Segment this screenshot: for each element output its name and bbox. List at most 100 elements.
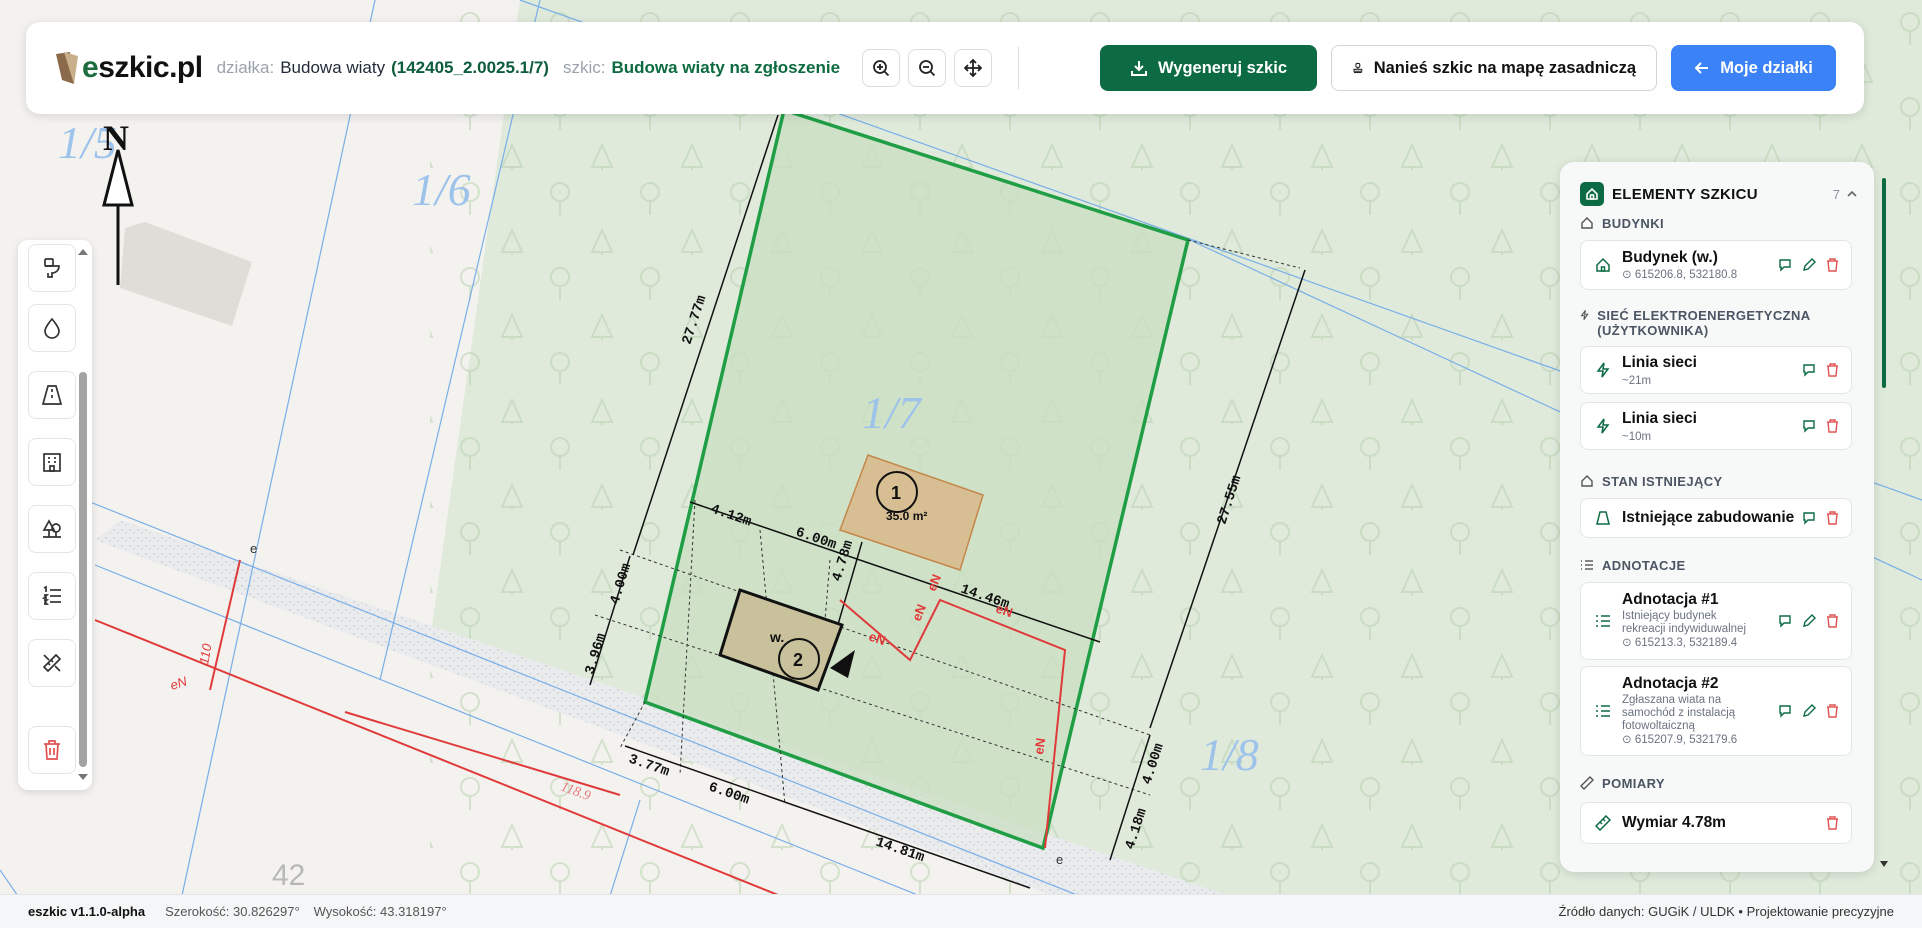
building-1-area: 35.0 m² [886,509,927,523]
panel-count: 7 [1832,186,1840,202]
elements-panel: ELEMENTY SZKICU 7 BUDYNKI Budynek (w.) ⊙… [1560,162,1874,872]
comment-icon[interactable] [1778,704,1792,718]
element-title: Adnotacja #1 [1622,591,1719,608]
trash-icon[interactable] [1826,511,1839,525]
my-plots-label: Moje działki [1720,58,1813,77]
chevron-up-icon[interactable] [1846,188,1858,200]
zoom-controls [862,49,993,87]
home-outline-icon [1596,257,1610,272]
element-card-annotation-1[interactable]: Adnotacja #1 Istniejący budynek rekreacj… [1580,582,1852,660]
element-title: Linia sieci [1622,354,1697,371]
my-plots-button[interactable]: Moje działki [1671,45,1836,91]
element-title: Wymiar 4.78m [1622,814,1726,831]
trash-icon[interactable] [1826,614,1839,628]
zoom-in-button[interactable] [862,49,901,87]
element-title: Linia sieci [1622,410,1697,427]
tool-toilet[interactable] [28,244,76,292]
list-numbered-icon [1596,615,1610,627]
element-length: ~21m [1622,375,1652,387]
home-icon [1580,182,1604,206]
ruler-icon [1580,776,1594,790]
trash-icon[interactable] [1826,419,1839,433]
panel-header[interactable]: ELEMENTY SZKICU 7 [1580,180,1858,208]
status-bar: eszkic v1.1.0-alpha Szerokość: 30.826297… [0,894,1922,928]
building-1-number: 1 [891,483,901,503]
element-desc: rekreacji indywiduwalnej [1622,623,1747,635]
tool-measure[interactable] [28,639,76,687]
logo-icon [54,50,80,86]
ruler-icon [1595,815,1611,831]
apply-map-label: Nanieś szkic na mapę zasadniczą [1373,58,1636,77]
element-desc: Istniejący budynek [1622,610,1717,622]
element-card-building[interactable]: Budynek (w.) ⊙ 615206.8, 532180.8 [1580,240,1852,290]
generate-button[interactable]: Wygeneruj szkic [1100,45,1317,91]
element-card-measure[interactable]: Wymiar 4.78m [1580,802,1852,844]
stamp-icon [1353,62,1363,74]
bolt-icon [1596,362,1610,378]
tool-water[interactable] [28,304,76,352]
list-numbered-icon [1581,560,1593,570]
tool-annotation[interactable] [28,572,76,620]
edit-icon[interactable] [1802,614,1816,628]
element-card-line-2[interactable]: Linia sieci ~10m [1580,402,1852,450]
latitude-readout: Wysokość: 43.318197° [313,904,447,919]
logo-text: szkic.pl [98,51,203,84]
zoom-out-button[interactable] [908,49,947,87]
element-card-annotation-2[interactable]: Adnotacja #2 Zgłaszana wiata na samochód… [1580,666,1852,756]
trash-icon[interactable] [1826,258,1839,272]
toilet-icon [44,258,60,278]
bolt-icon [1596,418,1610,434]
list-numbered-icon [41,585,61,605]
element-coords: ⊙ 615213.3, 532189.4 [1622,637,1738,649]
ruler-pencil-icon [42,653,62,673]
scroll-down-icon[interactable] [77,772,89,782]
dzialka-name: Budowa wiaty [280,58,386,77]
panel-scrollbar[interactable] [1882,178,1886,388]
szkic-name: Budowa wiaty na zgłoszenie [611,58,841,77]
trash-icon[interactable] [1826,704,1839,718]
comment-icon[interactable] [1778,258,1792,272]
building-2-number: 2 [793,650,803,670]
zoom-in-icon [873,60,890,77]
top-header: eszkic.pl działka: Budowa wiaty (142405_… [26,22,1864,114]
scroll-down-icon[interactable] [1879,860,1889,868]
comment-icon[interactable] [1802,363,1816,377]
element-coords: ⊙ 615207.9, 532179.6 [1622,734,1738,746]
tool-road[interactable] [28,371,76,419]
comment-icon[interactable] [1802,419,1816,433]
edit-icon[interactable] [1802,704,1816,718]
edit-icon[interactable] [1802,258,1816,272]
road-icon [41,385,63,405]
trash-icon [44,740,60,760]
comment-icon[interactable] [1778,614,1792,628]
tool-trees[interactable] [28,505,76,553]
section-siec: SIEĆ ELEKTROENERGETYCZNA (UŻYTKOWNIKA) [1580,308,1850,338]
trash-icon[interactable] [1826,816,1839,830]
element-title: Istniejące zabudowanie [1622,509,1795,526]
data-source: Źródło danych: GUGiK / ULDK • Projektowa… [1558,904,1894,919]
element-length: ~10m [1622,431,1652,443]
tool-building[interactable] [28,438,76,486]
parcel-label-1-8: 1/8 [1200,729,1259,780]
download-icon [1131,61,1147,76]
parcel-label-42: 42 [272,859,305,892]
apply-map-button[interactable]: Nanieś szkic na mapę zasadniczą [1331,45,1657,91]
line-label: eN [1031,737,1048,756]
comment-icon[interactable] [1802,511,1816,525]
parcel-label-1-6: 1/6 [412,164,471,215]
element-card-line-1[interactable]: Linia sieci ~21m [1580,346,1852,394]
trash-icon[interactable] [1826,363,1839,377]
building-icon [43,453,61,472]
zoom-out-icon [919,60,936,77]
element-card-existing[interactable]: Istniejące zabudowanie [1580,498,1852,538]
home-outline-icon [1581,217,1593,229]
pan-button[interactable] [954,49,993,87]
breadcrumb: działka: Budowa wiaty (142405_2.0025.1/7… [217,58,841,78]
element-title: Budynek (w.) [1622,249,1718,266]
section-pomiary: POMIARY [1580,776,1850,791]
logo[interactable]: eszkic.pl [54,50,203,86]
section-budynki: BUDYNKI [1580,216,1850,231]
tool-delete[interactable] [28,726,76,774]
left-toolbar-scrollbar[interactable] [79,372,87,767]
scroll-up-icon[interactable] [77,247,89,257]
